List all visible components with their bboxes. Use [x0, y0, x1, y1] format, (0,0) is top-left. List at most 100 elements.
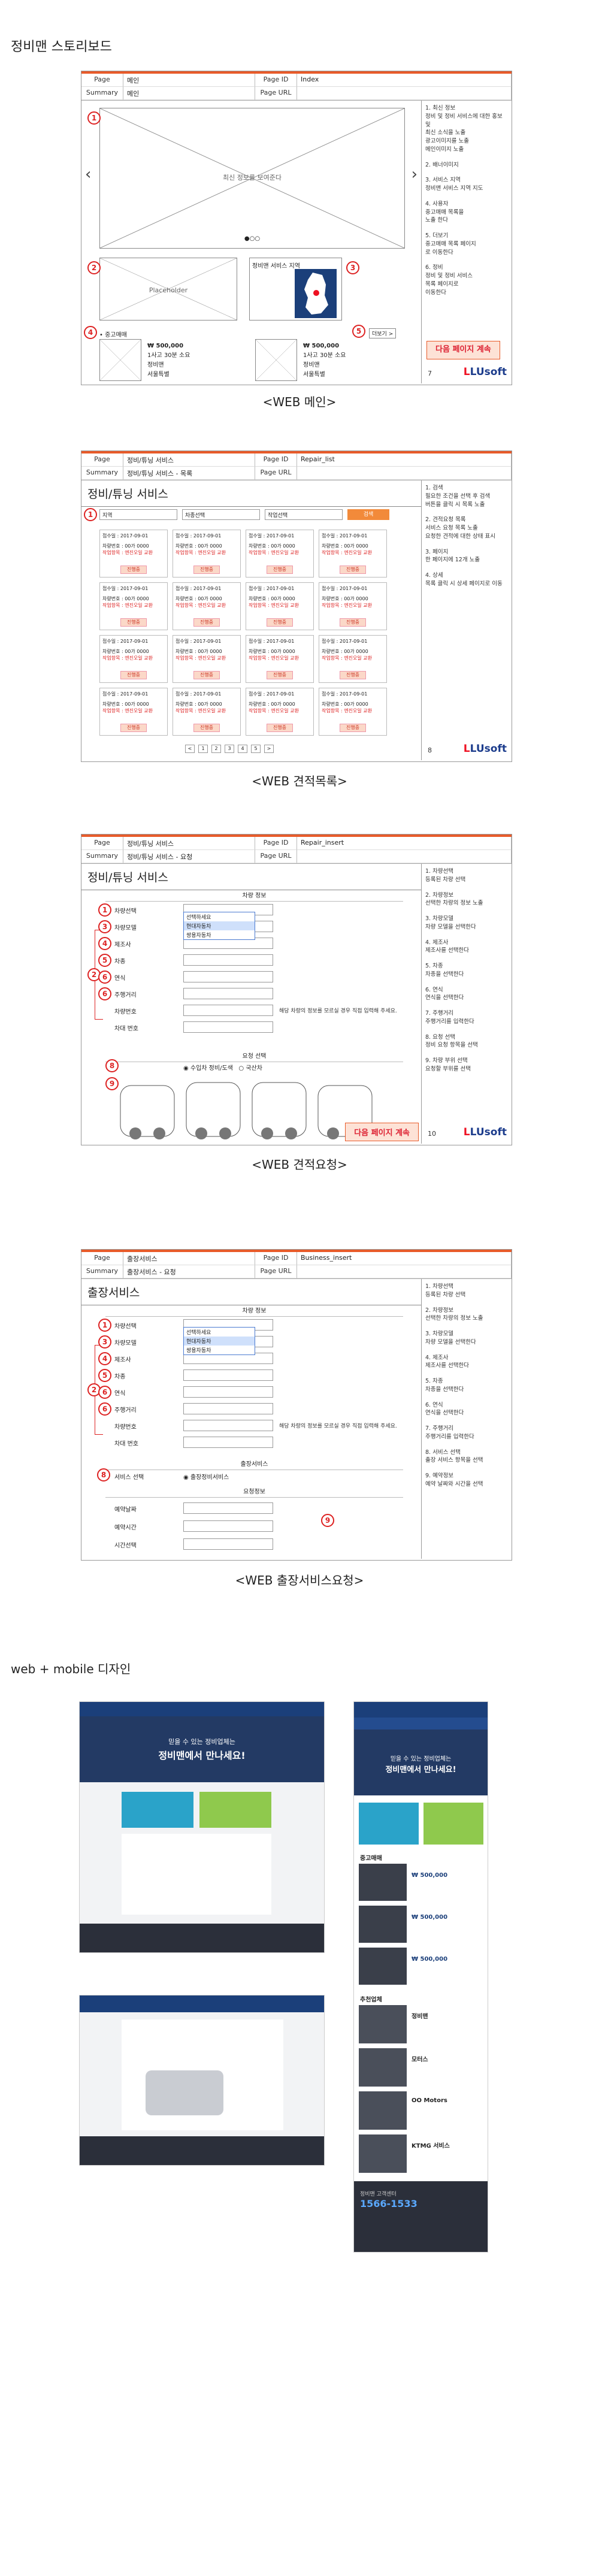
- web-banner-2[interactable]: [199, 1792, 271, 1828]
- estimate-card[interactable]: 접수일 : 2017-09-01 차량번호 : 00가 0000 작업항목 : 엔진…: [99, 635, 168, 683]
- option-domestic[interactable]: 국산차: [246, 1065, 262, 1072]
- estimate-card[interactable]: 접수일 : 2017-09-01 차량번호 : 00가 0000 작업항목 : 엔진…: [173, 635, 241, 683]
- mobile-shop-item[interactable]: 모터스: [359, 2048, 484, 2087]
- next-arrow-icon[interactable]: ›: [412, 165, 418, 183]
- mobile-navbar[interactable]: [354, 1702, 488, 1718]
- card-status-button[interactable]: 진행중: [120, 724, 147, 732]
- card-status-button[interactable]: 진행중: [193, 724, 220, 732]
- model-select[interactable]: 차종선택: [182, 509, 260, 520]
- dropdown-option[interactable]: 선택하세요: [184, 1328, 255, 1337]
- next-page-button[interactable]: 다음 페이지 계속: [345, 1123, 419, 1141]
- web-banner-1[interactable]: [122, 1792, 193, 1828]
- slide-dots[interactable]: ●○○: [100, 235, 404, 242]
- card-status-button[interactable]: 진행중: [340, 618, 366, 627]
- next-page-button[interactable]: 다음 페이지 계속: [426, 341, 500, 359]
- estimate-card[interactable]: 접수일 : 2017-09-01 차량번호 : 00가 0000 작업항목 : 엔진…: [246, 635, 314, 683]
- page-link[interactable]: >: [264, 745, 274, 753]
- work-select[interactable]: 작업선택: [265, 509, 343, 520]
- field-input[interactable]: [183, 1437, 273, 1448]
- page-link[interactable]: <: [185, 745, 195, 753]
- field-input[interactable]: [183, 988, 273, 999]
- prev-arrow-icon[interactable]: ‹: [85, 165, 91, 183]
- car-thumb-2[interactable]: [255, 339, 297, 381]
- field-input[interactable]: [183, 1403, 273, 1414]
- card-status-button[interactable]: 진행중: [267, 566, 293, 574]
- car-thumb-1[interactable]: [99, 339, 141, 381]
- mobile-banner-1[interactable]: [359, 1803, 419, 1845]
- page-link[interactable]: 2: [211, 745, 221, 753]
- request-options[interactable]: ◉ 수입차 정비/도색 ○ 국산차: [183, 1063, 262, 1072]
- estimate-card[interactable]: 접수일 : 2017-09-01 차량번호 : 00가 0000 작업항목 : 엔진…: [246, 688, 314, 736]
- card-status-button[interactable]: 진행중: [340, 724, 366, 732]
- page-link[interactable]: 5: [251, 745, 261, 753]
- car-parts-diagram-icon[interactable]: [117, 1080, 381, 1139]
- field-input[interactable]: [183, 954, 273, 966]
- vehicle-dropdown[interactable]: 선택하세요 현대자동차 쌍용자동차: [183, 912, 255, 940]
- estimate-card[interactable]: 접수일 : 2017-09-01 차량번호 : 00가 0000 작업항목 : 엔진…: [319, 582, 387, 630]
- estimate-card[interactable]: 접수일 : 2017-09-01 차량번호 : 00가 0000 작업항목 : 엔진…: [99, 582, 168, 630]
- card-status-button[interactable]: 진행중: [267, 671, 293, 679]
- dropdown-option[interactable]: 쌍용자동차: [184, 1346, 255, 1354]
- mobile-used-item[interactable]: ₩ 500,000: [359, 1906, 484, 1943]
- card-status-button[interactable]: 진행중: [120, 671, 147, 679]
- estimate-card[interactable]: 접수일 : 2017-09-01 차량번호 : 00가 0000 작업항목 : 엔진…: [246, 530, 314, 578]
- estimate-card[interactable]: 접수일 : 2017-09-01 차량번호 : 00가 0000 작업항목 : 엔진…: [173, 688, 241, 736]
- field-input[interactable]: [183, 1386, 273, 1398]
- mobile-shop-item[interactable]: 정비맨: [359, 2005, 484, 2043]
- dropdown-option[interactable]: 현대자동차: [184, 1337, 255, 1346]
- page-link[interactable]: 1: [198, 745, 208, 753]
- field-input[interactable]: [183, 1538, 273, 1550]
- estimate-card[interactable]: 접수일 : 2017-09-01 차량번호 : 00가 0000 작업항목 : 엔진…: [319, 688, 387, 736]
- card-status-button[interactable]: 진행중: [267, 724, 293, 732]
- estimate-card[interactable]: 접수일 : 2017-09-01 차량번호 : 00가 0000 작업항목 : 엔진…: [173, 530, 241, 578]
- field-input[interactable]: [183, 1420, 273, 1431]
- card-status-button[interactable]: 진행중: [340, 566, 366, 574]
- mobile-hero[interactable]: 믿을 수 있는 정비업체는 정비맨에서 만나세요!: [354, 1730, 488, 1795]
- service-map-box[interactable]: 정비맨 서비스 지역: [249, 258, 342, 321]
- estimate-card[interactable]: 접수일 : 2017-09-01 차량번호 : 00가 0000 작업항목 : 엔진…: [173, 582, 241, 630]
- card-status-button[interactable]: 진행중: [193, 618, 220, 627]
- cs-phone[interactable]: 1566-1533: [360, 2198, 418, 2209]
- web-hero[interactable]: 믿을 수 있는 정비업체는 정비맨에서 만나세요!: [80, 1716, 324, 1782]
- page-link[interactable]: 4: [238, 745, 247, 753]
- field-input[interactable]: [183, 1005, 273, 1016]
- mobile-shop-item[interactable]: KTMG 서비스: [359, 2134, 484, 2173]
- mobile-used-item[interactable]: ₩ 500,000: [359, 1948, 484, 1985]
- more-button[interactable]: 더보기 >: [369, 328, 397, 338]
- field-input[interactable]: [183, 1369, 273, 1381]
- estimate-card[interactable]: 접수일 : 2017-09-01 차량번호 : 00가 0000 작업항목 : 엔진…: [319, 530, 387, 578]
- card-status-button[interactable]: 진행중: [193, 671, 220, 679]
- field-input[interactable]: [183, 1502, 273, 1514]
- service-option-label[interactable]: 출장정비서비스: [190, 1474, 229, 1481]
- mobile-used-item[interactable]: ₩ 500,000: [359, 1864, 484, 1901]
- banner-placeholder[interactable]: Placeholder: [99, 258, 237, 321]
- card-status-button[interactable]: 진행중: [267, 618, 293, 627]
- card-status-button[interactable]: 진행중: [120, 618, 147, 627]
- region-select[interactable]: 지역: [99, 509, 177, 520]
- field-input[interactable]: [183, 1021, 273, 1033]
- field-input[interactable]: [183, 1520, 273, 1532]
- option-import[interactable]: 수입차 정비/도색: [190, 1065, 233, 1072]
- web-navbar[interactable]: [80, 1996, 324, 2012]
- web-navbar[interactable]: [80, 1702, 324, 1716]
- web-car-list[interactable]: [122, 1834, 271, 1915]
- dropdown-option[interactable]: 쌍용자동차: [184, 930, 255, 939]
- search-button[interactable]: 검색: [347, 509, 389, 520]
- mobile-banner-2[interactable]: [423, 1803, 483, 1845]
- vehicle-dropdown[interactable]: 선택하세요 현대자동차 쌍용자동차: [183, 1327, 255, 1355]
- service-option[interactable]: ◉ 출장정비서비스: [183, 1472, 229, 1481]
- estimate-card[interactable]: 접수일 : 2017-09-01 차량번호 : 00가 0000 작업항목 : 엔진…: [319, 635, 387, 683]
- mobile-tabs[interactable]: [354, 1718, 488, 1730]
- card-status-button[interactable]: 진행중: [340, 671, 366, 679]
- estimate-card[interactable]: 접수일 : 2017-09-01 차량번호 : 00가 0000 작업항목 : 엔진…: [99, 688, 168, 736]
- card-status-button[interactable]: 진행중: [120, 566, 147, 574]
- estimate-card[interactable]: 접수일 : 2017-09-01 차량번호 : 00가 0000 작업항목 : 엔진…: [246, 582, 314, 630]
- estimate-card[interactable]: 접수일 : 2017-09-01 차량번호 : 00가 0000 작업항목 : 엔진…: [99, 530, 168, 578]
- main-slider[interactable]: 최신 정보를 보여준다 ●○○: [99, 108, 405, 249]
- card-status-button[interactable]: 진행중: [193, 566, 220, 574]
- dropdown-option[interactable]: 선택하세요: [184, 912, 255, 921]
- mobile-shop-item[interactable]: OO Motors: [359, 2091, 484, 2130]
- page-link[interactable]: 3: [225, 745, 234, 753]
- dropdown-option[interactable]: 현대자동차: [184, 921, 255, 930]
- field-input[interactable]: [183, 971, 273, 982]
